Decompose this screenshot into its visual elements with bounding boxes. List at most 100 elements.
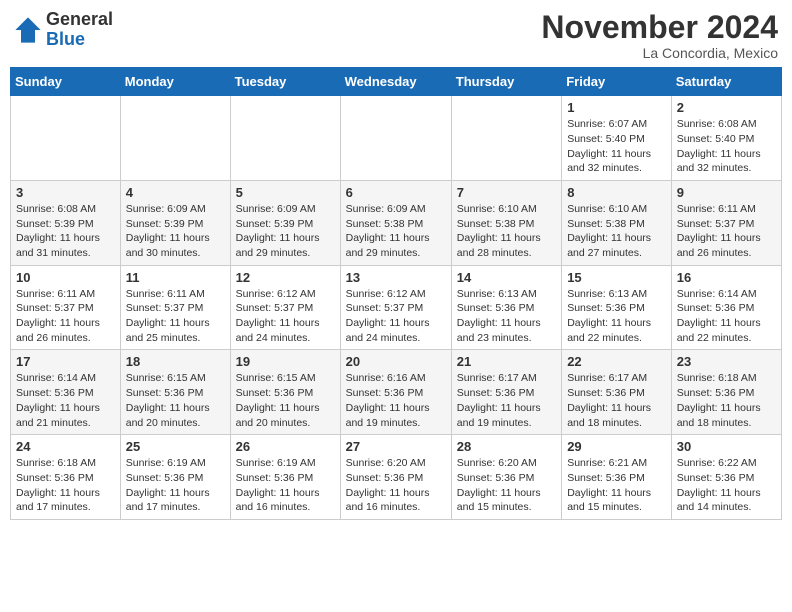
calendar-cell: 3Sunrise: 6:08 AMSunset: 5:39 PMDaylight… <box>11 180 121 265</box>
calendar-cell: 8 Sunrise: 6:10 AMSunset: 5:38 PMDaylight… <box>562 180 672 265</box>
day-number: 13 <box>346 270 446 285</box>
day-info: Sunrise: 6:18 AMSunset: 5:36 PMDaylight:… <box>16 456 115 515</box>
day-number: 11 <box>126 270 225 285</box>
calendar-cell: 1 Sunrise: 6:07 AMSunset: 5:40 PMDaylight… <box>562 96 672 181</box>
weekday-header-wednesday: Wednesday <box>340 68 451 96</box>
calendar-cell <box>120 96 230 181</box>
calendar-cell: 10Sunrise: 6:11 AMSunset: 5:37 PMDayligh… <box>11 265 121 350</box>
calendar-cell: 11 Sunrise: 6:11 AMSunset: 5:37 PMDayligh… <box>120 265 230 350</box>
day-info: Sunrise: 6:09 AMSunset: 5:39 PMDaylight:… <box>236 202 335 261</box>
calendar-cell: 28Sunrise: 6:20 AMSunset: 5:36 PMDayligh… <box>451 435 561 520</box>
day-number: 19 <box>236 354 335 369</box>
day-info: Sunrise: 6:10 AMSunset: 5:38 PMDaylight:… <box>567 202 666 261</box>
day-info: Sunrise: 6:11 AMSunset: 5:37 PMDaylight:… <box>126 287 225 346</box>
day-number: 14 <box>457 270 556 285</box>
weekday-header-tuesday: Tuesday <box>230 68 340 96</box>
logo: General Blue <box>14 10 113 50</box>
weekday-header-sunday: Sunday <box>11 68 121 96</box>
day-info: Sunrise: 6:17 AMSunset: 5:36 PMDaylight:… <box>567 371 666 430</box>
day-number: 21 <box>457 354 556 369</box>
calendar-week-5: 24 Sunrise: 6:18 AMSunset: 5:36 PMDayligh… <box>11 435 782 520</box>
day-info: Sunrise: 6:13 AMSunset: 5:36 PMDaylight:… <box>567 287 666 346</box>
day-info: Sunrise: 6:08 AMSunset: 5:40 PMDaylight:… <box>677 117 776 176</box>
calendar-cell: 29 Sunrise: 6:21 AMSunset: 5:36 PMDayligh… <box>562 435 672 520</box>
calendar-cell: 7 Sunrise: 6:10 AMSunset: 5:38 PMDaylight… <box>451 180 561 265</box>
calendar-cell: 19 Sunrise: 6:15 AMSunset: 5:36 PMDayligh… <box>230 350 340 435</box>
logo-text: General Blue <box>46 10 113 50</box>
day-info: Sunrise: 6:09 AMSunset: 5:38 PMDaylight:… <box>346 202 446 261</box>
day-number: 29 <box>567 439 666 454</box>
day-info: Sunrise: 6:21 AMSunset: 5:36 PMDaylight:… <box>567 456 666 515</box>
day-info: Sunrise: 6:09 AMSunset: 5:39 PMDaylight:… <box>126 202 225 261</box>
day-number: 25 <box>126 439 225 454</box>
day-info: Sunrise: 6:16 AMSunset: 5:36 PMDaylight:… <box>346 371 446 430</box>
calendar-week-4: 17Sunrise: 6:14 AMSunset: 5:36 PMDayligh… <box>11 350 782 435</box>
calendar-week-2: 3Sunrise: 6:08 AMSunset: 5:39 PMDaylight… <box>11 180 782 265</box>
day-info: Sunrise: 6:22 AMSunset: 5:36 PMDaylight:… <box>677 456 776 515</box>
weekday-header-saturday: Saturday <box>671 68 781 96</box>
day-info: Sunrise: 6:12 AMSunset: 5:37 PMDaylight:… <box>346 287 446 346</box>
calendar-cell: 6 Sunrise: 6:09 AMSunset: 5:38 PMDaylight… <box>340 180 451 265</box>
day-info: Sunrise: 6:07 AMSunset: 5:40 PMDaylight:… <box>567 117 666 176</box>
calendar-cell: 4Sunrise: 6:09 AMSunset: 5:39 PMDaylight… <box>120 180 230 265</box>
calendar-cell: 5Sunrise: 6:09 AMSunset: 5:39 PMDaylight… <box>230 180 340 265</box>
day-number: 9 <box>677 185 776 200</box>
day-number: 2 <box>677 100 776 115</box>
day-info: Sunrise: 6:20 AMSunset: 5:36 PMDaylight:… <box>346 456 446 515</box>
day-number: 7 <box>457 185 556 200</box>
day-number: 16 <box>677 270 776 285</box>
calendar-cell: 21 Sunrise: 6:17 AMSunset: 5:36 PMDayligh… <box>451 350 561 435</box>
calendar-cell: 16 Sunrise: 6:14 AMSunset: 5:36 PMDayligh… <box>671 265 781 350</box>
weekday-header-monday: Monday <box>120 68 230 96</box>
weekday-header-row: SundayMondayTuesdayWednesdayThursdayFrid… <box>11 68 782 96</box>
weekday-header-friday: Friday <box>562 68 672 96</box>
day-info: Sunrise: 6:13 AMSunset: 5:36 PMDaylight:… <box>457 287 556 346</box>
title-block: November 2024 La Concordia, Mexico <box>541 10 778 61</box>
logo-blue-text: Blue <box>46 30 113 50</box>
day-number: 15 <box>567 270 666 285</box>
day-number: 23 <box>677 354 776 369</box>
day-number: 20 <box>346 354 446 369</box>
day-info: Sunrise: 6:18 AMSunset: 5:36 PMDaylight:… <box>677 371 776 430</box>
calendar-cell: 22 Sunrise: 6:17 AMSunset: 5:36 PMDayligh… <box>562 350 672 435</box>
day-info: Sunrise: 6:17 AMSunset: 5:36 PMDaylight:… <box>457 371 556 430</box>
day-info: Sunrise: 6:15 AMSunset: 5:36 PMDaylight:… <box>236 371 335 430</box>
day-number: 1 <box>567 100 666 115</box>
calendar-cell <box>11 96 121 181</box>
day-number: 18 <box>126 354 225 369</box>
calendar-cell: 30Sunrise: 6:22 AMSunset: 5:36 PMDayligh… <box>671 435 781 520</box>
day-info: Sunrise: 6:20 AMSunset: 5:36 PMDaylight:… <box>457 456 556 515</box>
calendar-cell: 9 Sunrise: 6:11 AMSunset: 5:37 PMDaylight… <box>671 180 781 265</box>
weekday-header-thursday: Thursday <box>451 68 561 96</box>
calendar-cell: 24 Sunrise: 6:18 AMSunset: 5:36 PMDayligh… <box>11 435 121 520</box>
day-number: 22 <box>567 354 666 369</box>
calendar-cell: 25 Sunrise: 6:19 AMSunset: 5:36 PMDayligh… <box>120 435 230 520</box>
calendar-week-1: 1 Sunrise: 6:07 AMSunset: 5:40 PMDaylight… <box>11 96 782 181</box>
day-number: 10 <box>16 270 115 285</box>
day-number: 6 <box>346 185 446 200</box>
calendar-table: SundayMondayTuesdayWednesdayThursdayFrid… <box>10 67 782 520</box>
day-info: Sunrise: 6:14 AMSunset: 5:36 PMDaylight:… <box>677 287 776 346</box>
day-info: Sunrise: 6:12 AMSunset: 5:37 PMDaylight:… <box>236 287 335 346</box>
day-info: Sunrise: 6:19 AMSunset: 5:36 PMDaylight:… <box>236 456 335 515</box>
location-text: La Concordia, Mexico <box>541 45 778 61</box>
calendar-cell: 18Sunrise: 6:15 AMSunset: 5:36 PMDayligh… <box>120 350 230 435</box>
day-number: 27 <box>346 439 446 454</box>
day-info: Sunrise: 6:11 AMSunset: 5:37 PMDaylight:… <box>677 202 776 261</box>
day-info: Sunrise: 6:10 AMSunset: 5:38 PMDaylight:… <box>457 202 556 261</box>
calendar-cell <box>340 96 451 181</box>
day-info: Sunrise: 6:14 AMSunset: 5:36 PMDaylight:… <box>16 371 115 430</box>
day-info: Sunrise: 6:19 AMSunset: 5:36 PMDaylight:… <box>126 456 225 515</box>
day-number: 8 <box>567 185 666 200</box>
logo-icon <box>14 16 42 44</box>
calendar-cell: 23 Sunrise: 6:18 AMSunset: 5:36 PMDayligh… <box>671 350 781 435</box>
day-number: 24 <box>16 439 115 454</box>
calendar-cell: 27 Sunrise: 6:20 AMSunset: 5:36 PMDayligh… <box>340 435 451 520</box>
logo-general-text: General <box>46 10 113 30</box>
page-header: General Blue November 2024 La Concordia,… <box>10 10 782 61</box>
calendar-cell: 12 Sunrise: 6:12 AMSunset: 5:37 PMDayligh… <box>230 265 340 350</box>
day-number: 12 <box>236 270 335 285</box>
calendar-cell: 14 Sunrise: 6:13 AMSunset: 5:36 PMDayligh… <box>451 265 561 350</box>
calendar-cell: 26Sunrise: 6:19 AMSunset: 5:36 PMDayligh… <box>230 435 340 520</box>
day-number: 3 <box>16 185 115 200</box>
